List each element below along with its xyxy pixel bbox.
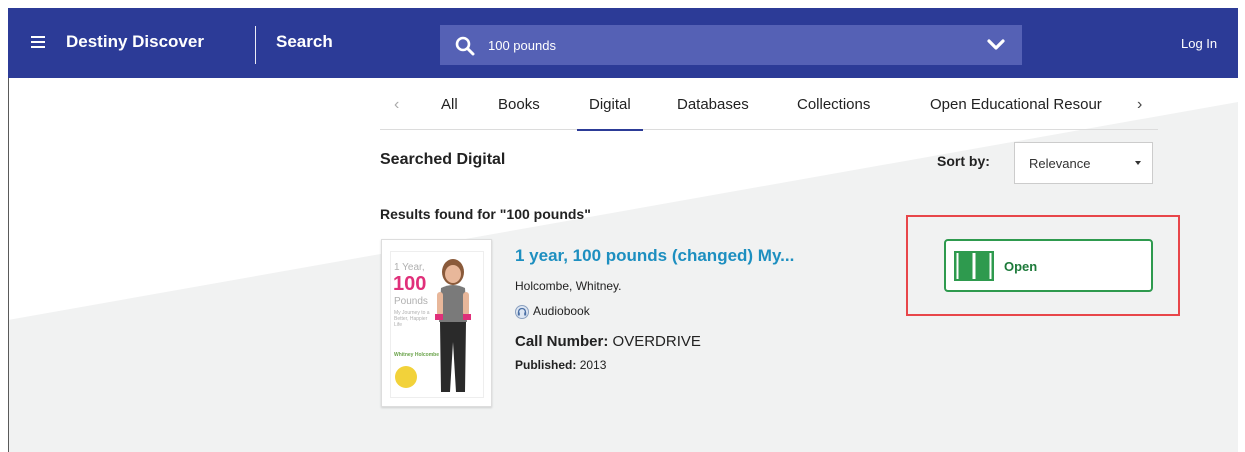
published-value: 2013 — [579, 358, 607, 372]
brand-title[interactable]: Destiny Discover — [66, 32, 204, 52]
app-frame: Destiny Discover Search Log In ‹ All Boo… — [8, 8, 1238, 452]
left-border — [8, 78, 9, 452]
sort-select[interactable]: Relevance — [1014, 142, 1153, 184]
tab-databases[interactable]: Databases — [677, 96, 749, 113]
cover-line-2: 100 — [393, 273, 427, 295]
cover-author: Whitney Holcombe — [394, 352, 440, 358]
open-button-label: Open — [1004, 259, 1038, 274]
open-button[interactable]: Open — [944, 239, 1153, 292]
cover-art: 1 Year, 100 Pounds My Journey to a Bette… — [390, 251, 484, 398]
menu-icon[interactable] — [31, 36, 45, 48]
tab-all[interactable]: All — [441, 96, 458, 113]
item-author: Holcombe, Whitney. — [515, 279, 622, 293]
call-number-value: OVERDRIVE — [612, 333, 701, 350]
book-cover[interactable]: 1 Year, 100 Pounds My Journey to a Bette… — [381, 239, 492, 407]
item-call-number: Call Number: OVERDRIVE — [515, 333, 701, 350]
search-bar — [440, 25, 1022, 65]
nav-divider — [255, 26, 256, 64]
item-format-label: Audiobook — [533, 304, 590, 318]
tab-collections[interactable]: Collections — [797, 96, 870, 113]
call-number-label: Call Number: — [515, 333, 609, 350]
login-link[interactable]: Log In — [1181, 36, 1217, 51]
chevron-right-icon[interactable]: › — [1137, 96, 1142, 114]
chevron-down-icon[interactable] — [987, 38, 1005, 52]
item-title-link[interactable]: 1 year, 100 pounds (changed) My... — [515, 246, 794, 266]
search-nav-link[interactable]: Search — [276, 32, 333, 52]
cover-line-3: Pounds — [394, 296, 428, 307]
caret-down-icon — [1135, 161, 1141, 165]
sort-label: Sort by: — [937, 153, 990, 169]
item-format: Audiobook — [515, 304, 590, 319]
item-published: Published: 2013 — [515, 358, 606, 372]
cover-line-1: 1 Year, — [394, 262, 425, 273]
tab-digital[interactable]: Digital — [577, 96, 643, 131]
chevron-left-icon[interactable]: ‹ — [394, 96, 399, 114]
sort-value: Relevance — [1029, 156, 1091, 171]
cover-subtitle: My Journey to a Better, Happier Life — [394, 310, 430, 328]
published-label: Published: — [515, 358, 577, 372]
tab-books[interactable]: Books — [498, 96, 540, 113]
audiobook-icon — [515, 304, 529, 319]
tab-open-educational-resources[interactable]: Open Educational Resour — [930, 96, 1102, 113]
book-icon — [954, 251, 994, 281]
top-nav-bar: Destiny Discover Search Log In — [8, 8, 1238, 78]
search-input[interactable] — [488, 35, 958, 55]
search-icon[interactable] — [455, 36, 475, 56]
page-title: Searched Digital — [380, 151, 506, 168]
category-tabs: ‹ All Books Digital Databases Collection… — [380, 78, 1158, 131]
results-heading: Results found for "100 pounds" — [380, 206, 591, 222]
